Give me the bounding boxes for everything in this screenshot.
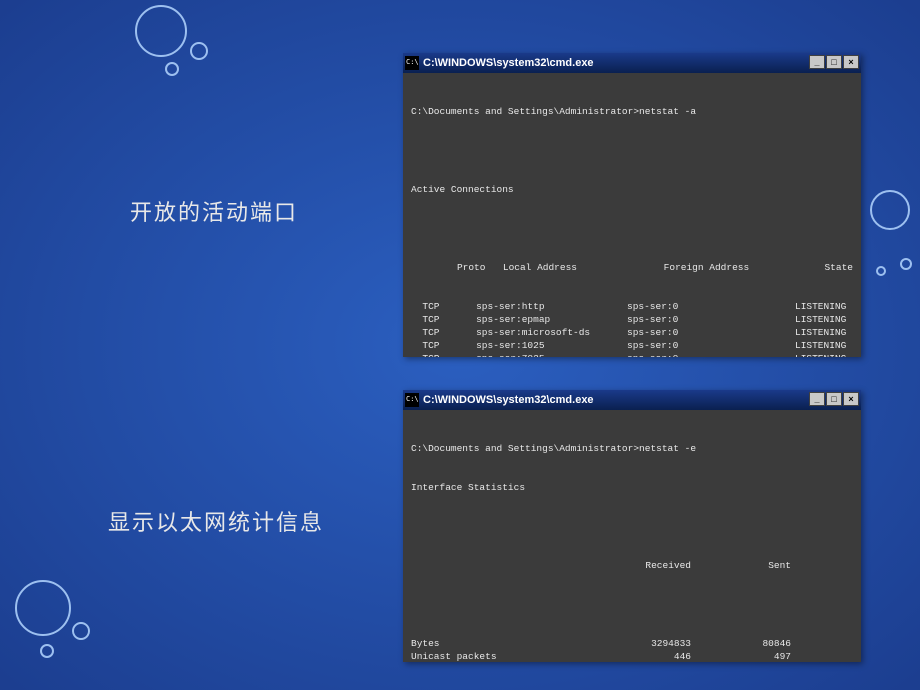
connection-row: TCP sps-ser:epmapsps-ser:0LISTENING — [411, 313, 853, 326]
maximize-button[interactable]: □ — [826, 392, 842, 406]
maximize-button[interactable]: □ — [826, 55, 842, 69]
titlebar[interactable]: C:\WINDOWS\system32\cmd.exe _ □ × — [403, 53, 861, 73]
minimize-button[interactable]: _ — [809, 392, 825, 406]
cmd-window-netstat-a: C:\WINDOWS\system32\cmd.exe _ □ × C:\Doc… — [403, 53, 861, 357]
close-button[interactable]: × — [843, 392, 859, 406]
connection-row: TCP sps-ser:microsoft-dssps-ser:0LISTENI… — [411, 326, 853, 339]
stat-row: Unicast packets446497 — [411, 650, 853, 662]
bubble-decoration — [40, 644, 54, 658]
minimize-button[interactable]: _ — [809, 55, 825, 69]
window-title: C:\WINDOWS\system32\cmd.exe — [423, 57, 594, 69]
close-button[interactable]: × — [843, 55, 859, 69]
bubble-decoration — [72, 622, 90, 640]
connections-header: Active Connections — [411, 183, 853, 196]
prompt-line: C:\Documents and Settings\Administrator>… — [411, 105, 853, 118]
bubble-decoration — [165, 62, 179, 76]
bubble-decoration — [870, 190, 910, 230]
bubble-decoration — [190, 42, 208, 60]
cmd-window-netstat-e: C:\WINDOWS\system32\cmd.exe _ □ × C:\Doc… — [403, 390, 861, 662]
connection-row: TCP sps-ser:1025sps-ser:0LISTENING — [411, 339, 853, 352]
connection-row: TCP sps-ser:httpsps-ser:0LISTENING — [411, 300, 853, 313]
stat-column-headers: ReceivedSent — [411, 559, 853, 572]
label-open-ports: 开放的活动端口 — [130, 195, 298, 227]
console-output: C:\Documents and Settings\Administrator>… — [403, 410, 861, 662]
console-output: C:\Documents and Settings\Administrator>… — [403, 73, 861, 357]
column-headers: ProtoLocal AddressForeign AddressState — [411, 261, 853, 274]
bubble-decoration — [876, 266, 886, 276]
bubble-decoration — [900, 258, 912, 270]
bubble-decoration — [15, 580, 71, 636]
cmd-icon — [405, 56, 419, 70]
stats-header: Interface Statistics — [411, 481, 853, 494]
window-title: C:\WINDOWS\system32\cmd.exe — [423, 394, 594, 406]
prompt-line: C:\Documents and Settings\Administrator>… — [411, 442, 853, 455]
stat-row: Bytes329483380846 — [411, 637, 853, 650]
titlebar[interactable]: C:\WINDOWS\system32\cmd.exe _ □ × — [403, 390, 861, 410]
bubble-decoration — [135, 5, 187, 57]
label-eth-stats: 显示以太网统计信息 — [108, 505, 324, 537]
connection-row: TCP sps-ser:7025sps-ser:0LISTENING — [411, 352, 853, 357]
cmd-icon — [405, 393, 419, 407]
